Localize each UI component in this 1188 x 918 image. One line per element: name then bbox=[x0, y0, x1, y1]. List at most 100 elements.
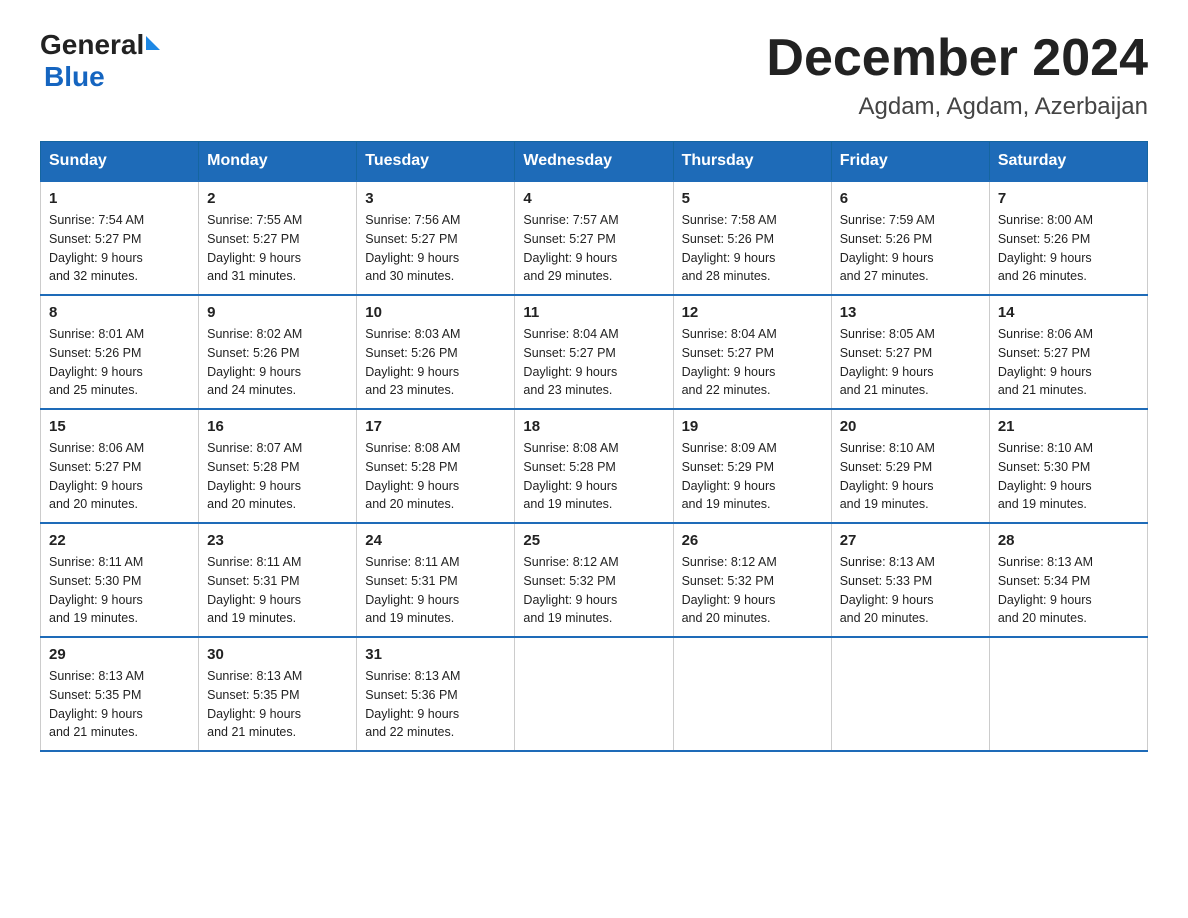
calendar-week-row: 22 Sunrise: 8:11 AMSunset: 5:30 PMDayligh… bbox=[41, 523, 1148, 637]
day-number: 1 bbox=[49, 190, 190, 207]
calendar-cell: 18Sunrise: 8:08 AMSunset: 5:28 PMDayligh… bbox=[515, 409, 673, 523]
calendar-header-sunday: Sunday bbox=[41, 142, 199, 182]
day-number: 6 bbox=[840, 190, 981, 207]
day-info: Sunrise: 7:57 AMSunset: 5:27 PMDaylight:… bbox=[523, 211, 664, 286]
day-number: 15 bbox=[49, 418, 190, 435]
calendar-header-thursday: Thursday bbox=[673, 142, 831, 182]
calendar-cell: 13 Sunrise: 8:05 AMSunset: 5:27 PMDayligh… bbox=[831, 295, 989, 409]
day-number: 13 bbox=[840, 304, 981, 321]
day-info: Sunrise: 7:58 AMSunset: 5:26 PMDaylight:… bbox=[682, 211, 823, 286]
day-number: 28 bbox=[998, 532, 1139, 549]
calendar-week-row: 8 Sunrise: 8:01 AMSunset: 5:26 PMDaylight… bbox=[41, 295, 1148, 409]
day-number: 27 bbox=[840, 532, 981, 549]
logo: General Blue bbox=[40, 30, 160, 93]
calendar-cell: 26 Sunrise: 8:12 AMSunset: 5:32 PMDayligh… bbox=[673, 523, 831, 637]
header: General Blue December 2024 Agdam, Agdam,… bbox=[40, 30, 1148, 121]
month-title: December 2024 bbox=[766, 30, 1148, 87]
day-number: 31 bbox=[365, 646, 506, 663]
day-number: 23 bbox=[207, 532, 348, 549]
calendar-cell: 23 Sunrise: 8:11 AMSunset: 5:31 PMDayligh… bbox=[199, 523, 357, 637]
day-number: 16 bbox=[207, 418, 348, 435]
calendar-cell: 9 Sunrise: 8:02 AMSunset: 5:26 PMDaylight… bbox=[199, 295, 357, 409]
calendar-cell: 1 Sunrise: 7:54 AMSunset: 5:27 PMDaylight… bbox=[41, 181, 199, 295]
calendar-cell: 12 Sunrise: 8:04 AMSunset: 5:27 PMDayligh… bbox=[673, 295, 831, 409]
calendar-cell bbox=[989, 637, 1147, 751]
day-number: 9 bbox=[207, 304, 348, 321]
day-info: Sunrise: 8:10 AMSunset: 5:30 PMDaylight:… bbox=[998, 439, 1139, 514]
calendar-cell: 2Sunrise: 7:55 AMSunset: 5:27 PMDaylight… bbox=[199, 181, 357, 295]
calendar-cell: 8 Sunrise: 8:01 AMSunset: 5:26 PMDaylight… bbox=[41, 295, 199, 409]
day-info: Sunrise: 8:10 AMSunset: 5:29 PMDaylight:… bbox=[840, 439, 981, 514]
day-info: Sunrise: 8:00 AMSunset: 5:26 PMDaylight:… bbox=[998, 211, 1139, 286]
day-info: Sunrise: 8:01 AMSunset: 5:26 PMDaylight:… bbox=[49, 325, 190, 400]
day-number: 7 bbox=[998, 190, 1139, 207]
calendar-table: SundayMondayTuesdayWednesdayThursdayFrid… bbox=[40, 141, 1148, 752]
day-info: Sunrise: 7:59 AMSunset: 5:26 PMDaylight:… bbox=[840, 211, 981, 286]
day-number: 25 bbox=[523, 532, 664, 549]
calendar-cell: 14Sunrise: 8:06 AMSunset: 5:27 PMDayligh… bbox=[989, 295, 1147, 409]
location-title: Agdam, Agdam, Azerbaijan bbox=[766, 93, 1148, 121]
day-number: 22 bbox=[49, 532, 190, 549]
logo-blue-text: Blue bbox=[44, 61, 105, 92]
calendar-week-row: 1 Sunrise: 7:54 AMSunset: 5:27 PMDaylight… bbox=[41, 181, 1148, 295]
calendar-cell: 29 Sunrise: 8:13 AMSunset: 5:35 PMDayligh… bbox=[41, 637, 199, 751]
calendar-cell: 19 Sunrise: 8:09 AMSunset: 5:29 PMDayligh… bbox=[673, 409, 831, 523]
calendar-cell: 6 Sunrise: 7:59 AMSunset: 5:26 PMDaylight… bbox=[831, 181, 989, 295]
calendar-cell: 20 Sunrise: 8:10 AMSunset: 5:29 PMDayligh… bbox=[831, 409, 989, 523]
day-info: Sunrise: 8:08 AMSunset: 5:28 PMDaylight:… bbox=[365, 439, 506, 514]
day-number: 12 bbox=[682, 304, 823, 321]
day-info: Sunrise: 8:13 AMSunset: 5:34 PMDaylight:… bbox=[998, 553, 1139, 628]
calendar-cell: 24 Sunrise: 8:11 AMSunset: 5:31 PMDayligh… bbox=[357, 523, 515, 637]
day-info: Sunrise: 8:05 AMSunset: 5:27 PMDaylight:… bbox=[840, 325, 981, 400]
calendar-cell: 22 Sunrise: 8:11 AMSunset: 5:30 PMDayligh… bbox=[41, 523, 199, 637]
day-info: Sunrise: 8:09 AMSunset: 5:29 PMDaylight:… bbox=[682, 439, 823, 514]
day-number: 29 bbox=[49, 646, 190, 663]
logo-general-text: General bbox=[40, 30, 144, 61]
day-number: 17 bbox=[365, 418, 506, 435]
calendar-cell: 11Sunrise: 8:04 AMSunset: 5:27 PMDayligh… bbox=[515, 295, 673, 409]
calendar-header-friday: Friday bbox=[831, 142, 989, 182]
calendar-cell: 25 Sunrise: 8:12 AMSunset: 5:32 PMDayligh… bbox=[515, 523, 673, 637]
day-info: Sunrise: 8:07 AMSunset: 5:28 PMDaylight:… bbox=[207, 439, 348, 514]
calendar-cell: 21Sunrise: 8:10 AMSunset: 5:30 PMDayligh… bbox=[989, 409, 1147, 523]
day-info: Sunrise: 8:06 AMSunset: 5:27 PMDaylight:… bbox=[49, 439, 190, 514]
calendar-cell bbox=[673, 637, 831, 751]
day-info: Sunrise: 8:12 AMSunset: 5:32 PMDaylight:… bbox=[523, 553, 664, 628]
day-info: Sunrise: 8:02 AMSunset: 5:26 PMDaylight:… bbox=[207, 325, 348, 400]
title-area: December 2024 Agdam, Agdam, Azerbaijan bbox=[766, 30, 1148, 121]
day-info: Sunrise: 7:54 AMSunset: 5:27 PMDaylight:… bbox=[49, 211, 190, 286]
calendar-week-row: 29 Sunrise: 8:13 AMSunset: 5:35 PMDayligh… bbox=[41, 637, 1148, 751]
calendar-cell: 28 Sunrise: 8:13 AMSunset: 5:34 PMDayligh… bbox=[989, 523, 1147, 637]
day-number: 10 bbox=[365, 304, 506, 321]
day-info: Sunrise: 8:11 AMSunset: 5:30 PMDaylight:… bbox=[49, 553, 190, 628]
calendar-cell: 27 Sunrise: 8:13 AMSunset: 5:33 PMDayligh… bbox=[831, 523, 989, 637]
day-info: Sunrise: 8:06 AMSunset: 5:27 PMDaylight:… bbox=[998, 325, 1139, 400]
day-number: 24 bbox=[365, 532, 506, 549]
day-info: Sunrise: 8:11 AMSunset: 5:31 PMDaylight:… bbox=[207, 553, 348, 628]
calendar-cell: 30Sunrise: 8:13 AMSunset: 5:35 PMDayligh… bbox=[199, 637, 357, 751]
day-info: Sunrise: 8:11 AMSunset: 5:31 PMDaylight:… bbox=[365, 553, 506, 628]
day-info: Sunrise: 8:12 AMSunset: 5:32 PMDaylight:… bbox=[682, 553, 823, 628]
calendar-header-monday: Monday bbox=[199, 142, 357, 182]
calendar-header-row: SundayMondayTuesdayWednesdayThursdayFrid… bbox=[41, 142, 1148, 182]
day-number: 20 bbox=[840, 418, 981, 435]
day-info: Sunrise: 8:13 AMSunset: 5:35 PMDaylight:… bbox=[49, 667, 190, 742]
day-number: 19 bbox=[682, 418, 823, 435]
day-info: Sunrise: 8:04 AMSunset: 5:27 PMDaylight:… bbox=[682, 325, 823, 400]
day-info: Sunrise: 7:55 AMSunset: 5:27 PMDaylight:… bbox=[207, 211, 348, 286]
day-info: Sunrise: 7:56 AMSunset: 5:27 PMDaylight:… bbox=[365, 211, 506, 286]
calendar-cell: 3Sunrise: 7:56 AMSunset: 5:27 PMDaylight… bbox=[357, 181, 515, 295]
day-info: Sunrise: 8:04 AMSunset: 5:27 PMDaylight:… bbox=[523, 325, 664, 400]
calendar-cell: 7 Sunrise: 8:00 AMSunset: 5:26 PMDaylight… bbox=[989, 181, 1147, 295]
day-info: Sunrise: 8:13 AMSunset: 5:33 PMDaylight:… bbox=[840, 553, 981, 628]
calendar-cell: 15 Sunrise: 8:06 AMSunset: 5:27 PMDayligh… bbox=[41, 409, 199, 523]
day-number: 4 bbox=[523, 190, 664, 207]
day-number: 26 bbox=[682, 532, 823, 549]
calendar-cell: 16 Sunrise: 8:07 AMSunset: 5:28 PMDayligh… bbox=[199, 409, 357, 523]
day-info: Sunrise: 8:03 AMSunset: 5:26 PMDaylight:… bbox=[365, 325, 506, 400]
calendar-cell: 17 Sunrise: 8:08 AMSunset: 5:28 PMDayligh… bbox=[357, 409, 515, 523]
calendar-cell: 10 Sunrise: 8:03 AMSunset: 5:26 PMDayligh… bbox=[357, 295, 515, 409]
day-number: 18 bbox=[523, 418, 664, 435]
day-number: 8 bbox=[49, 304, 190, 321]
day-number: 5 bbox=[682, 190, 823, 207]
